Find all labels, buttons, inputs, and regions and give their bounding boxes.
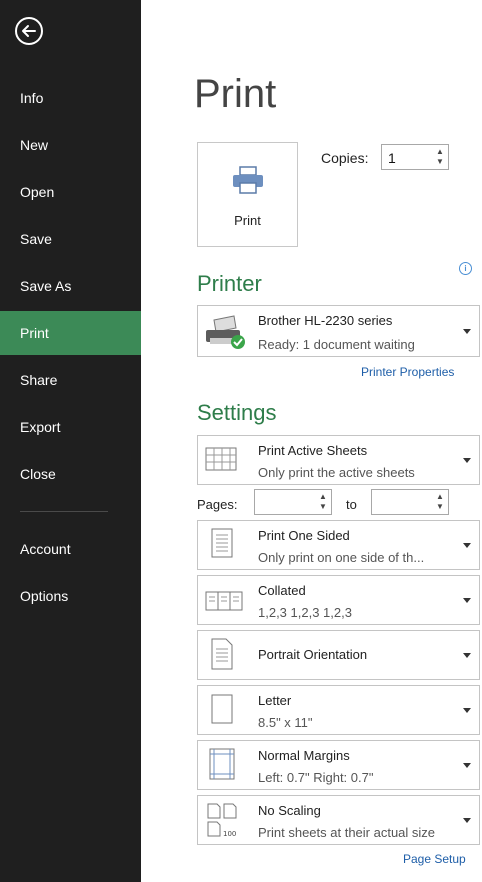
chevron-down-icon — [463, 543, 471, 548]
paper-size-dropdown[interactable]: Letter 8.5" x 11" — [197, 685, 480, 735]
printer-status: Ready: 1 document waiting — [258, 337, 415, 352]
pages-from-input[interactable]: ▲ ▼ — [254, 489, 332, 515]
chevron-down-icon — [463, 653, 471, 658]
nav-item-new[interactable]: New — [0, 123, 141, 167]
setting-subtitle: 8.5" x 11" — [258, 715, 313, 730]
setting-title: No Scaling — [258, 803, 321, 818]
svg-text:100: 100 — [223, 830, 236, 838]
portrait-icon — [211, 638, 233, 670]
copies-stepper[interactable]: 1 ▲ ▼ — [381, 144, 449, 170]
chevron-down-icon — [463, 763, 471, 768]
nav-item-share[interactable]: Share — [0, 358, 141, 402]
spin-arrows-icon[interactable]: ▲ ▼ — [318, 492, 328, 512]
page-title: Print — [194, 72, 277, 116]
copies-label: Copies: — [321, 150, 369, 166]
settings-header: Settings — [197, 400, 277, 425]
print-button-label: Print — [234, 213, 261, 228]
nav-item-open[interactable]: Open — [0, 170, 141, 214]
nav-item-options[interactable]: Options — [0, 574, 141, 618]
chevron-down-icon — [463, 458, 471, 463]
printer-dropdown[interactable]: Brother HL-2230 series Ready: 1 document… — [197, 305, 480, 357]
margins-dropdown[interactable]: Normal Margins Left: 0.7" Right: 0.7" — [197, 740, 480, 790]
setting-subtitle: 1,2,3 1,2,3 1,2,3 — [258, 605, 352, 620]
nav-item-close[interactable]: Close — [0, 452, 141, 496]
setting-subtitle: Only print on one side of th... — [258, 550, 425, 565]
chevron-down-icon — [463, 329, 471, 334]
setting-subtitle: Only print the active sheets — [258, 465, 415, 480]
pages-label: Pages: — [197, 497, 238, 512]
nav-item-export[interactable]: Export — [0, 405, 141, 449]
info-icon[interactable]: i — [459, 262, 472, 275]
chevron-down-icon — [463, 818, 471, 823]
pages-to-input[interactable]: ▲ ▼ — [371, 489, 449, 515]
printer-name: Brother HL-2230 series — [258, 313, 393, 328]
scaling-dropdown[interactable]: 100 No Scaling Print sheets at their act… — [197, 795, 480, 845]
collated-icon — [205, 591, 243, 611]
print-what-dropdown[interactable]: Print Active Sheets Only print the activ… — [197, 435, 480, 485]
nav-item-account[interactable]: Account — [0, 527, 141, 571]
spin-arrows-icon[interactable]: ▲ ▼ — [435, 492, 445, 512]
nav-item-info[interactable]: Info — [0, 76, 141, 120]
printer-icon — [233, 166, 263, 194]
back-arrow-icon[interactable] — [14, 16, 44, 46]
print-button[interactable]: Print — [197, 142, 298, 247]
margins-icon — [209, 748, 235, 780]
nav-item-save[interactable]: Save — [0, 217, 141, 261]
orientation-dropdown[interactable]: Portrait Orientation — [197, 630, 480, 680]
pages-to-label: to — [346, 497, 357, 512]
setting-title: Portrait Orientation — [258, 647, 368, 662]
setting-title: Print Active Sheets — [258, 443, 368, 458]
no-scaling-icon: 100 — [207, 803, 237, 838]
printer-ready-icon — [206, 315, 245, 349]
page-setup-link[interactable]: Page Setup — [403, 852, 466, 866]
chevron-down-icon — [463, 598, 471, 603]
setting-subtitle: Print sheets at their actual size — [258, 825, 436, 840]
nav-item-save-as[interactable]: Save As — [0, 264, 141, 308]
nav-item-print[interactable]: Print — [0, 311, 141, 355]
setting-subtitle: Left: 0.7" Right: 0.7" — [258, 770, 374, 785]
collation-dropdown[interactable]: Collated 1,2,3 1,2,3 1,2,3 — [197, 575, 480, 625]
setting-title: Normal Margins — [258, 748, 350, 763]
setting-title: Letter — [258, 693, 292, 708]
one-sided-icon — [211, 528, 233, 558]
printer-header: Printer — [197, 271, 262, 296]
spin-arrows-icon[interactable]: ▲ ▼ — [435, 147, 445, 167]
backstage-sidebar: Info New Open Save Save As Print Share E… — [0, 0, 141, 882]
letter-page-icon — [211, 694, 233, 724]
active-sheets-icon — [205, 447, 237, 471]
copies-value: 1 — [388, 150, 396, 166]
setting-title: Print One Sided — [258, 528, 350, 543]
nav-separator — [20, 511, 108, 512]
chevron-down-icon — [463, 708, 471, 713]
print-panel: Print Print Copies: 1 ▲ ▼ Printer i Broth… — [141, 0, 482, 882]
setting-title: Collated — [258, 583, 306, 598]
sides-dropdown[interactable]: Print One Sided Only print on one side o… — [197, 520, 480, 570]
printer-properties-link[interactable]: Printer Properties — [361, 365, 454, 379]
